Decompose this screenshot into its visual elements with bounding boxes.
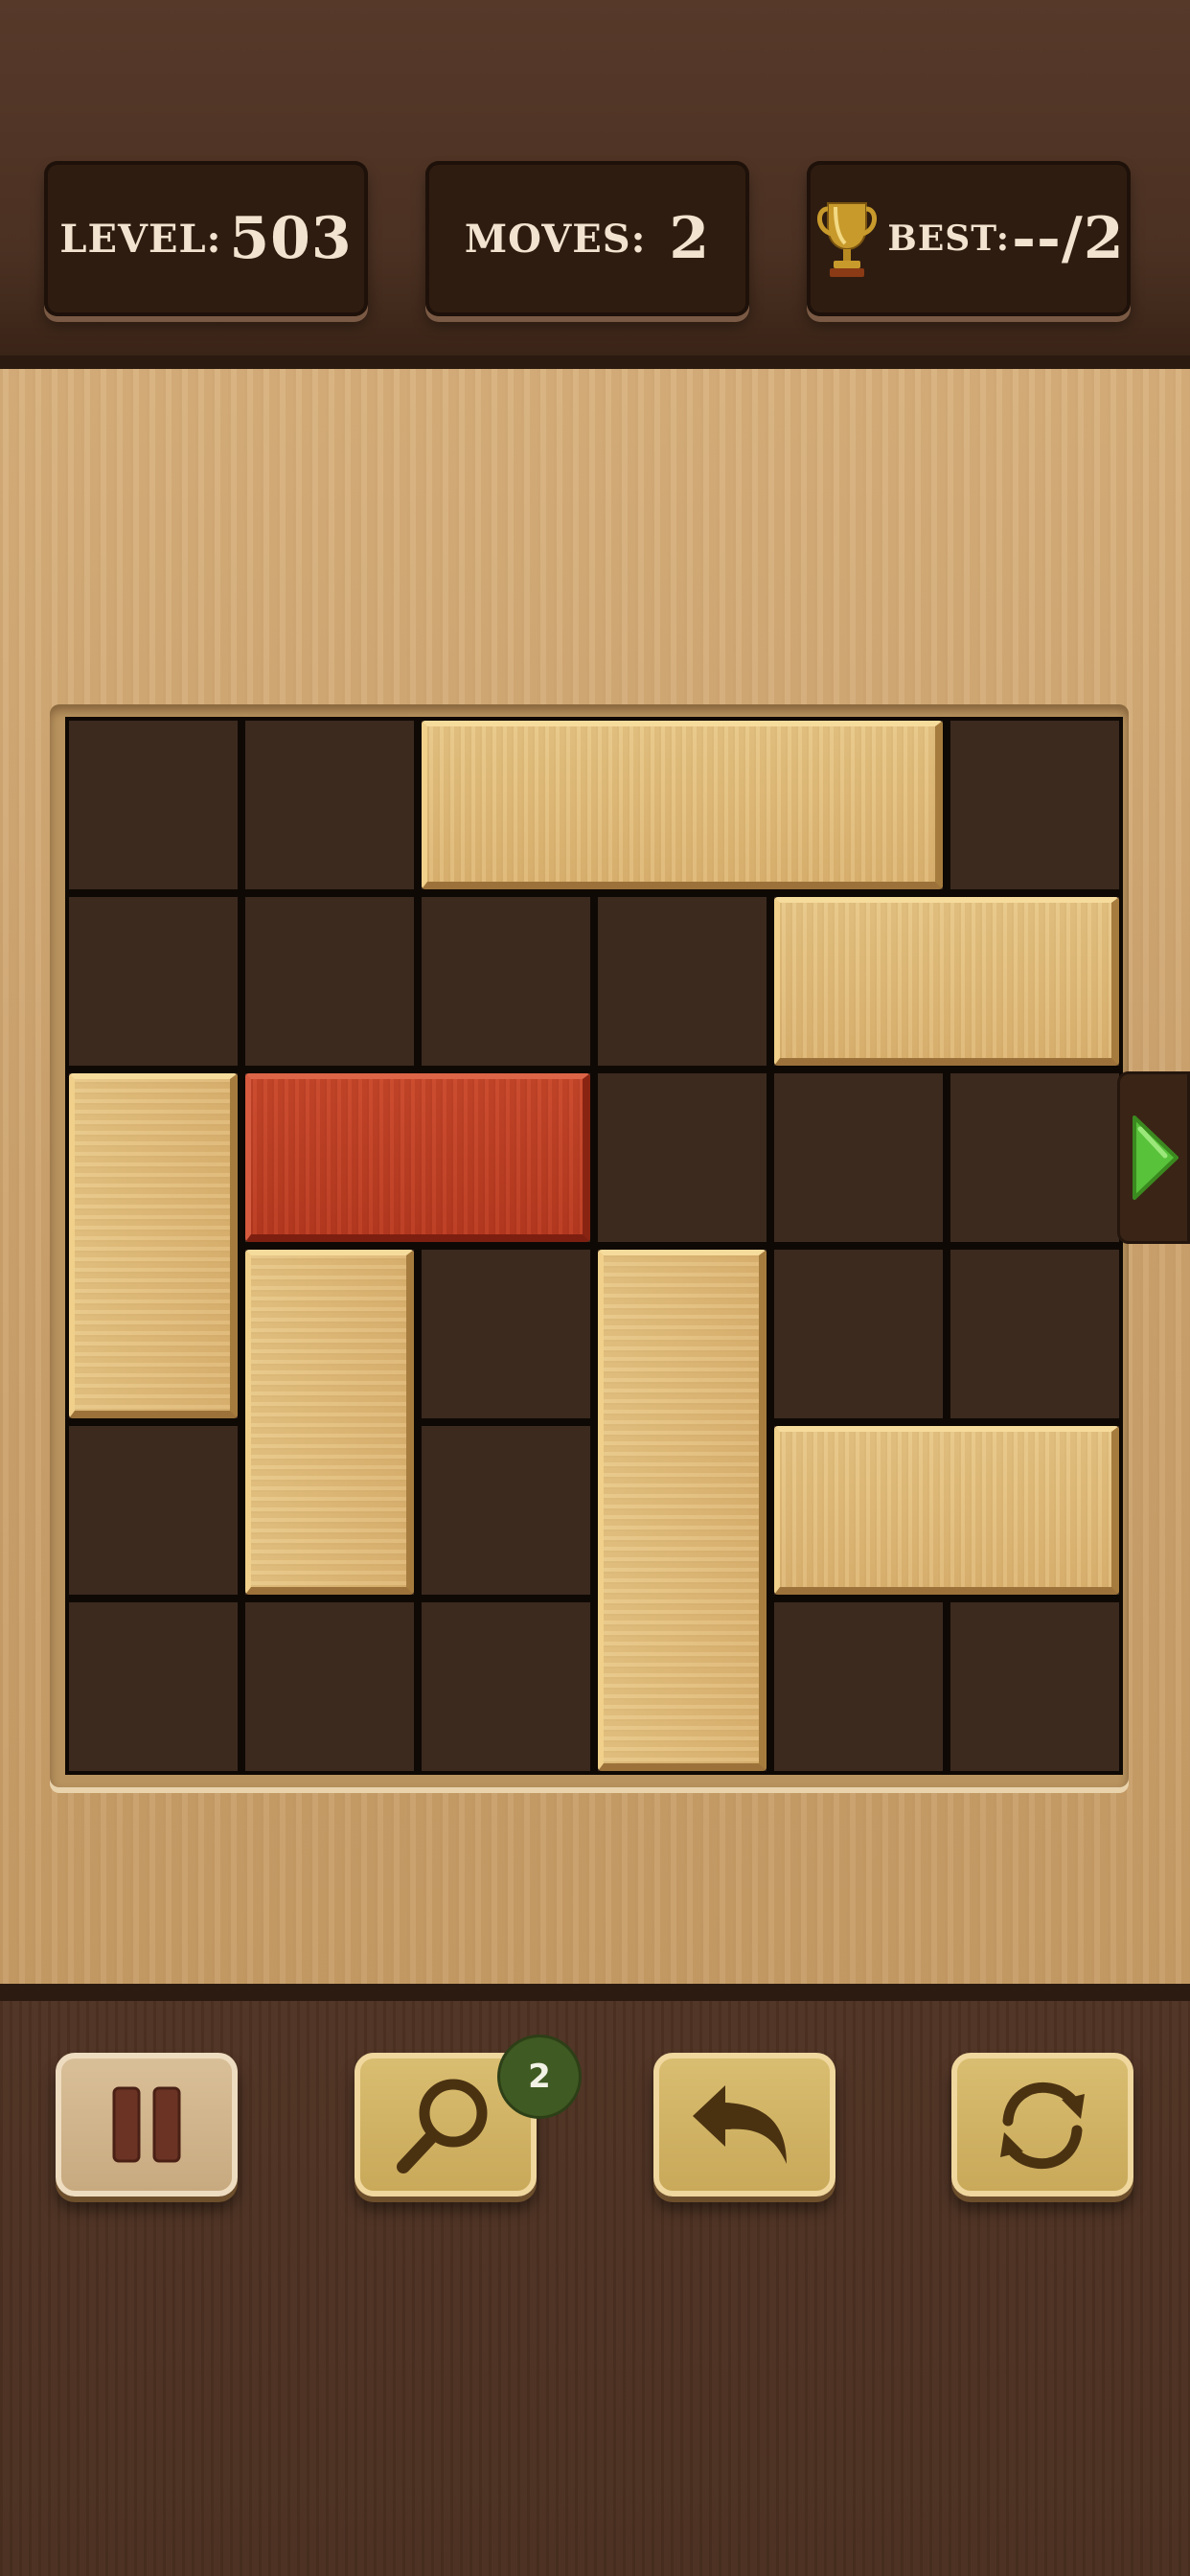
grid-cell <box>69 1602 238 1771</box>
exit-arrow-icon <box>1133 1116 1179 1200</box>
restart-button[interactable] <box>951 2053 1133 2196</box>
grid-cell <box>422 1602 590 1771</box>
grid-cell <box>598 1073 767 1242</box>
level-panel: LEVEL: 503 <box>44 161 368 316</box>
trophy-icon <box>817 202 878 277</box>
magnifier-icon <box>397 2079 488 2174</box>
wood-block-v-mid-left[interactable] <box>245 1250 414 1595</box>
grid-cell <box>950 721 1119 889</box>
hint-count-badge: 2 <box>500 2037 579 2116</box>
grid-cell <box>774 1250 943 1418</box>
moves-value: 2 <box>669 205 711 272</box>
grid-cell <box>422 1426 590 1595</box>
best-value: --/2 <box>1012 205 1125 272</box>
grid-cell <box>422 1250 590 1418</box>
restart-icon <box>1000 2082 1085 2170</box>
wood-block-v-center[interactable] <box>598 1250 767 1771</box>
grid-cell <box>245 1602 414 1771</box>
target-block[interactable] <box>245 1073 590 1242</box>
grid-cell <box>774 1073 943 1242</box>
level-label: LEVEL: <box>59 216 222 262</box>
grid-cell <box>598 897 767 1066</box>
pause-button[interactable] <box>56 2053 238 2196</box>
wood-block-h-right-2[interactable] <box>774 1426 1119 1595</box>
grid-cell <box>245 897 414 1066</box>
grid-cell <box>950 1602 1119 1771</box>
top-bar: LEVEL: 503 MOVES: 2 BEST: --/2 <box>0 0 1190 369</box>
grid-cell <box>950 1073 1119 1242</box>
moves-panel: MOVES: 2 <box>425 161 749 316</box>
best-panel: BEST: --/2 <box>807 161 1131 316</box>
exit-gate <box>1117 1071 1190 1244</box>
grid-cell <box>774 1602 943 1771</box>
puzzle-grid <box>65 717 1123 1775</box>
undo-arrow-icon <box>693 2085 787 2164</box>
grid-cell <box>69 721 238 889</box>
pause-icon <box>112 2086 181 2163</box>
grid-cell <box>422 897 590 1066</box>
best-label: BEST: <box>887 218 1011 259</box>
undo-button[interactable] <box>653 2053 835 2196</box>
level-value: 503 <box>229 205 353 272</box>
wood-block-h-top[interactable] <box>422 721 943 889</box>
wood-block-v-left[interactable] <box>69 1073 238 1418</box>
grid-cell <box>69 897 238 1066</box>
grid-cell <box>950 1250 1119 1418</box>
wood-block-h-right-1[interactable] <box>774 897 1119 1066</box>
moves-label: MOVES: <box>464 216 647 262</box>
grid-cell <box>69 1426 238 1595</box>
grid-cell <box>245 721 414 889</box>
